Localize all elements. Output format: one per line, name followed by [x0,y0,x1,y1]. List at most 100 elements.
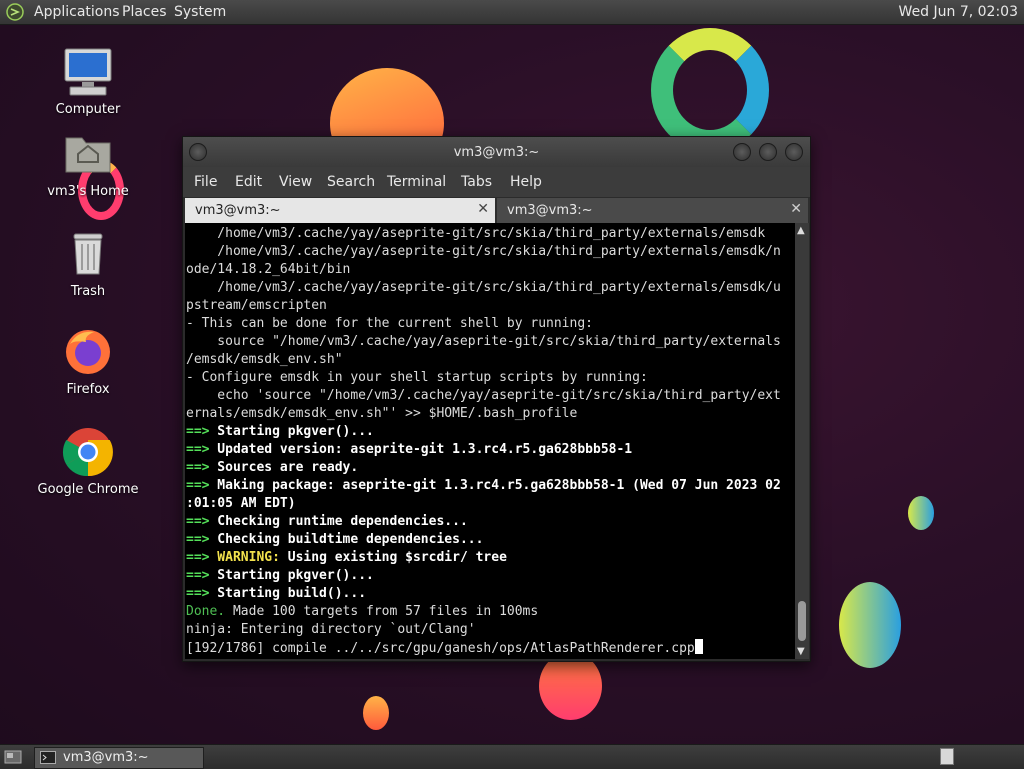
clock[interactable]: Wed Jun 7, 02:03 [899,4,1018,20]
terminal-line-text: /emsdk/emsdk_env.sh" [186,352,343,367]
terminal-window[interactable]: vm3@vm3:~ File Edit View Search Terminal… [182,136,811,662]
terminal-line: ==> Checking buildtime dependencies... [186,531,483,549]
warning-label: WARNING: [209,550,280,565]
top-panel: Applications Places System Wed Jun 7, 02… [0,0,1024,25]
prompt-arrow: ==> [186,568,210,583]
terminal-line-text: ernals/emsdk/emsdk_env.sh"' >> $HOME/.ba… [186,406,578,421]
places-menu[interactable]: Places [122,4,167,20]
terminal-line: ode/14.18.2_64bit/bin [186,261,350,279]
workspace-switcher-icon[interactable] [940,748,954,765]
terminal-line: ==> Checking runtime dependencies... [186,513,468,531]
terminal-line-text: /home/vm3/.cache/yay/aseprite-git/src/sk… [186,244,781,259]
terminal-line: /home/vm3/.cache/yay/aseprite-git/src/sk… [186,225,765,243]
terminal-line: - This can be done for the current shell… [186,315,593,333]
terminal-line: ==> Making package: aseprite-git 1.3.rc4… [186,477,781,495]
terminal-line: /emsdk/emsdk_env.sh" [186,351,343,369]
terminal-line: /home/vm3/.cache/yay/aseprite-git/src/sk… [186,243,781,261]
terminal-line-text: pstream/emscripten [186,298,327,313]
terminal-line: ==> Starting pkgver()... [186,567,374,585]
close-button[interactable] [785,143,803,161]
terminal-line-text: ode/14.18.2_64bit/bin [186,262,351,277]
firefox-icon [62,326,114,378]
desktop-icon-computer[interactable]: Computer [33,46,143,117]
wallpaper-small-blob [908,496,934,530]
text-cursor [694,639,703,654]
terminal-line-text: [192/1786] compile ../../src/gpu/ganesh/… [186,641,695,656]
menu-view[interactable]: View [279,174,312,190]
desktop-icon-chrome[interactable]: Google Chrome [33,426,143,497]
terminal-line: [192/1786] compile ../../src/gpu/ganesh/… [186,639,703,657]
home-folder-icon [62,128,114,180]
terminal-line-text: Starting pkgver()... [209,424,374,439]
terminal-line: ernals/emsdk/emsdk_env.sh"' >> $HOME/.ba… [186,405,577,423]
tab-label: vm3@vm3:~ [195,203,281,218]
wallpaper-tiny-blob [363,696,389,730]
menu-help[interactable]: Help [510,174,542,190]
terminal-line: ninja: Entering directory `out/Clang' [186,621,476,639]
prompt-arrow: ==> [186,532,210,547]
menu-search[interactable]: Search [327,174,375,190]
terminal-line-text: Using existing $srcdir/ tree [279,550,507,565]
menu-terminal[interactable]: Terminal [387,174,446,190]
terminal-line: - Configure emsdk in your shell startup … [186,369,648,387]
close-icon[interactable]: ✕ [477,201,489,217]
menu-edit[interactable]: Edit [235,174,262,190]
maximize-button[interactable] [759,143,777,161]
close-icon[interactable]: ✕ [790,201,802,217]
scrollbar-thumb[interactable] [798,601,806,641]
terminal-line: ==> Sources are ready. [186,459,358,477]
terminal-line: pstream/emscripten [186,297,327,315]
tab-1[interactable]: vm3@vm3:~ ✕ [185,198,495,223]
tab-2[interactable]: vm3@vm3:~ ✕ [497,198,808,223]
terminal-line: ==> Starting build()... [186,585,366,603]
terminal-line: source "/home/vm3/.cache/yay/aseprite-gi… [186,333,781,351]
desktop-icon-label: Firefox [66,382,110,397]
desktop-icon-label: Google Chrome [37,482,139,497]
prompt-arrow: ==> [186,586,210,601]
desktop-icon-label: Trash [70,284,106,299]
terminal-output[interactable]: /home/vm3/.cache/yay/aseprite-git/src/sk… [185,223,795,659]
desktop-icon-label: vm3's Home [47,184,129,199]
terminal-line-text: /home/vm3/.cache/yay/aseprite-git/src/sk… [186,280,781,295]
terminal-line: Done. Made 100 targets from 57 files in … [186,603,538,621]
tab-bar: vm3@vm3:~ ✕ vm3@vm3:~ ✕ [183,198,810,223]
prompt-arrow: ==> [186,442,210,457]
minimize-button[interactable] [733,143,751,161]
desktop-icon-trash[interactable]: Trash [33,228,143,299]
bottom-panel: vm3@vm3:~ [0,744,1024,769]
window-menubar: File Edit View Search Terminal Tabs Help [183,167,810,197]
scroll-up-arrow-icon[interactable]: ▲ [797,225,805,236]
terminal-line-text: ninja: Entering directory `out/Clang' [186,622,476,637]
computer-icon [62,46,114,98]
terminal-line-text: - This can be done for the current shell… [186,316,593,331]
applications-menu[interactable]: Applications [34,4,120,20]
taskbar-item-label: vm3@vm3:~ [63,750,149,765]
desktop-icon-firefox[interactable]: Firefox [33,326,143,397]
terminal-line-text: echo 'source "/home/vm3/.cache/yay/asepr… [186,388,781,403]
done-label: Done. [186,604,226,619]
show-desktop-icon[interactable] [4,749,22,765]
terminal-scrollbar[interactable]: ▲ ▼ [795,223,809,659]
system-menu[interactable]: System [174,4,226,20]
window-titlebar[interactable]: vm3@vm3:~ [183,137,810,167]
terminal-line-text: Updated version: aseprite-git 1.3.rc4.r5… [209,442,633,457]
terminal-line-text: Checking buildtime dependencies... [209,532,484,547]
wallpaper-bottom-blob [539,652,602,720]
terminal-line-text: source "/home/vm3/.cache/yay/aseprite-gi… [186,334,781,349]
scroll-down-arrow-icon[interactable]: ▼ [797,646,805,657]
desktop-icon-home[interactable]: vm3's Home [33,128,143,199]
terminal-icon [40,751,56,764]
wallpaper-ring [651,28,769,152]
terminal-line: ==> Starting pkgver()... [186,423,374,441]
terminal-line: ==> WARNING: Using existing $srcdir/ tre… [186,549,507,567]
taskbar-item-terminal[interactable]: vm3@vm3:~ [34,747,204,769]
terminal-line-text: Making package: aseprite-git 1.3.rc4.r5.… [209,478,781,493]
prompt-arrow: ==> [186,550,210,565]
prompt-arrow: ==> [186,460,210,475]
chrome-icon [62,426,114,478]
terminal-line-text: Sources are ready. [209,460,359,475]
menu-tabs[interactable]: Tabs [461,174,492,190]
menu-file[interactable]: File [194,174,217,190]
distro-logo-icon[interactable] [6,3,24,21]
prompt-arrow: ==> [186,424,210,439]
